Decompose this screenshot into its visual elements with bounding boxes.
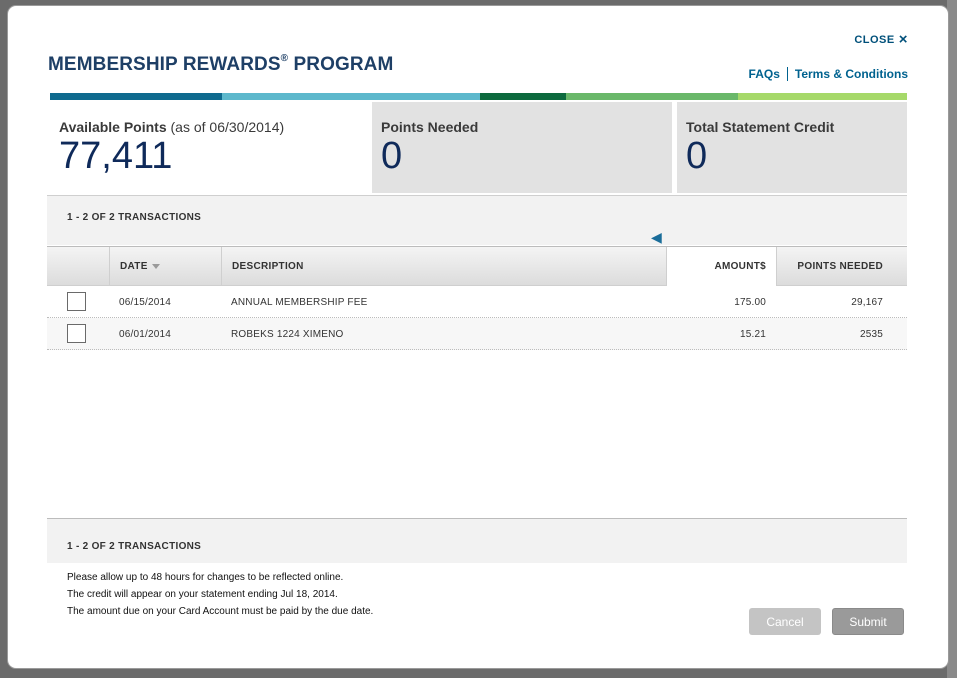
table-row: 06/01/2014 ROBEKS 1224 XIMENO 15.21 2535 xyxy=(47,318,907,350)
description-header-label: DESCRIPTION xyxy=(232,261,304,272)
terms-link[interactable]: Terms & Conditions xyxy=(795,67,908,81)
pagination-bottom: 1 - 2 OF 2 TRANSACTIONS xyxy=(47,518,907,563)
close-icon[interactable]: × xyxy=(899,32,908,47)
available-points-label: Available Points (as of 06/30/2014) xyxy=(59,119,284,135)
link-divider xyxy=(786,67,788,81)
disclaimer-notes: Please allow up to 48 hours for changes … xyxy=(67,569,373,620)
statement-credit-label: Total Statement Credit xyxy=(686,119,835,135)
transaction-count-top: 1 - 2 OF 2 TRANSACTIONS xyxy=(67,212,202,223)
rewards-modal: CLOSE × MEMBERSHIP REWARDS® PROGRAM FAQs… xyxy=(8,6,948,668)
color-segment-3 xyxy=(480,93,566,100)
available-points-title: Available Points xyxy=(59,119,167,135)
amount-column-header: AMOUNT$ xyxy=(666,247,776,286)
date-column-header[interactable]: DATE xyxy=(109,247,221,286)
row-description: ANNUAL MEMBERSHIP FEE xyxy=(231,296,368,308)
registered-mark: ® xyxy=(280,52,289,64)
statement-credit-panel: Total Statement Credit 0 xyxy=(677,102,907,193)
points-column-header: POINTS NEEDED xyxy=(776,247,907,286)
row-checkbox[interactable] xyxy=(67,324,86,343)
transactions-table: DATE DESCRIPTION AMOUNT$ POINTS NEEDED 0… xyxy=(47,246,907,350)
close-label: CLOSE xyxy=(854,34,895,46)
title-suffix: PROGRAM xyxy=(288,54,394,75)
color-segment-5 xyxy=(738,93,907,100)
points-needed-label: Points Needed xyxy=(381,119,479,135)
date-header-label: DATE xyxy=(120,261,148,272)
as-of-date: (as of 06/30/2014) xyxy=(170,119,285,135)
scroll-left-icon[interactable]: ◀ xyxy=(651,230,662,244)
note-line: The amount due on your Card Account must… xyxy=(67,606,374,617)
close-button[interactable]: CLOSE × xyxy=(854,32,908,47)
backdrop xyxy=(947,0,957,678)
points-header-label: POINTS NEEDED xyxy=(797,261,883,272)
transaction-count-bottom: 1 - 2 OF 2 TRANSACTIONS xyxy=(67,541,202,552)
row-date: 06/15/2014 xyxy=(119,296,172,308)
table-header: DATE DESCRIPTION AMOUNT$ POINTS NEEDED xyxy=(47,246,907,286)
row-points: 29,167 xyxy=(851,296,883,308)
title-main: MEMBERSHIP REWARDS xyxy=(48,54,281,75)
color-segment-2 xyxy=(222,93,480,100)
color-segment-4 xyxy=(566,93,738,100)
row-checkbox[interactable] xyxy=(67,292,86,311)
table-row: 06/15/2014 ANNUAL MEMBERSHIP FEE 175.00 … xyxy=(47,286,907,318)
description-column-header: DESCRIPTION xyxy=(221,247,666,286)
color-bar xyxy=(50,93,907,100)
available-points-value: 77,411 xyxy=(59,135,173,177)
row-amount: 175.00 xyxy=(734,296,766,308)
row-amount: 15.21 xyxy=(739,328,766,340)
statement-credit-value: 0 xyxy=(686,135,708,177)
sort-down-icon[interactable] xyxy=(151,264,160,269)
color-segment-1 xyxy=(50,93,222,100)
help-links: FAQs Terms & Conditions xyxy=(749,67,908,81)
points-needed-value: 0 xyxy=(381,135,403,177)
select-column-header xyxy=(47,247,109,286)
cancel-button[interactable]: Cancel xyxy=(749,608,821,635)
points-needed-panel: Points Needed 0 xyxy=(372,102,672,193)
amount-header-label: AMOUNT$ xyxy=(714,261,766,272)
row-date: 06/01/2014 xyxy=(119,328,172,340)
pagination-top: 1 - 2 OF 2 TRANSACTIONS ◀ xyxy=(47,195,907,245)
points-summary: Available Points (as of 06/30/2014) 77,4… xyxy=(50,102,907,193)
available-points-panel: Available Points (as of 06/30/2014) 77,4… xyxy=(50,102,370,193)
row-description: ROBEKS 1224 XIMENO xyxy=(231,328,344,340)
modal-title: MEMBERSHIP REWARDS® PROGRAM xyxy=(48,52,394,76)
note-line: The credit will appear on your statement… xyxy=(67,589,338,600)
row-points: 2535 xyxy=(859,328,883,340)
note-line: Please allow up to 48 hours for changes … xyxy=(67,572,344,583)
submit-button[interactable]: Submit xyxy=(832,608,904,635)
faqs-link[interactable]: FAQs xyxy=(749,67,780,81)
